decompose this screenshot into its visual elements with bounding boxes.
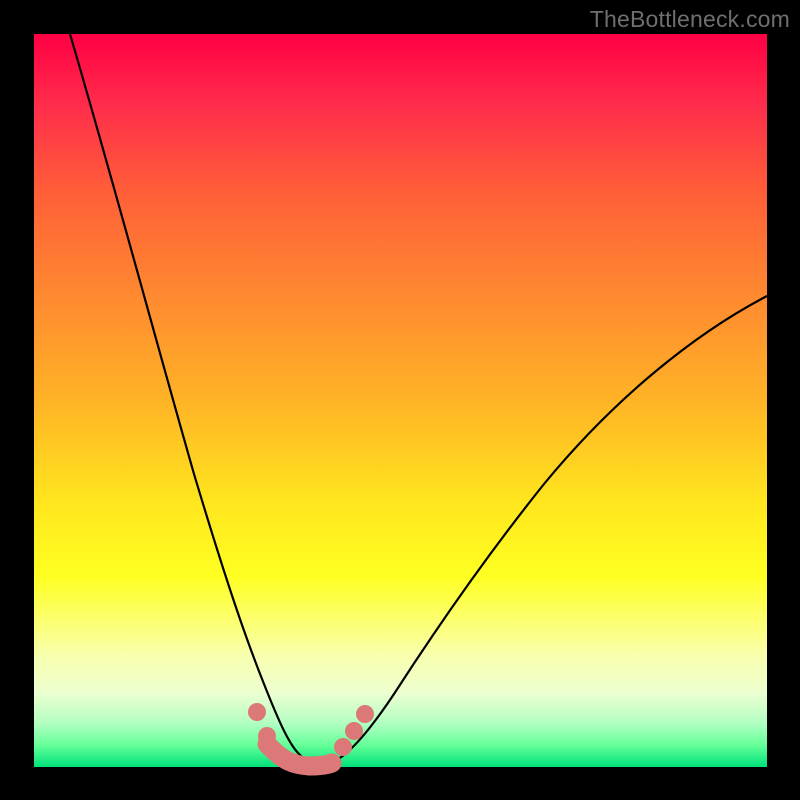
chart-container: TheBottleneck.com <box>0 0 800 800</box>
plot-area <box>34 34 767 767</box>
marker-dot <box>248 703 266 721</box>
left-curve <box>70 34 314 764</box>
marker-dot <box>345 722 363 740</box>
marker-dot <box>356 705 374 723</box>
watermark-text: TheBottleneck.com <box>590 6 790 33</box>
marker-dot <box>258 727 276 745</box>
chart-svg <box>34 34 767 767</box>
marker-dot <box>334 738 352 756</box>
right-curve <box>327 296 767 765</box>
